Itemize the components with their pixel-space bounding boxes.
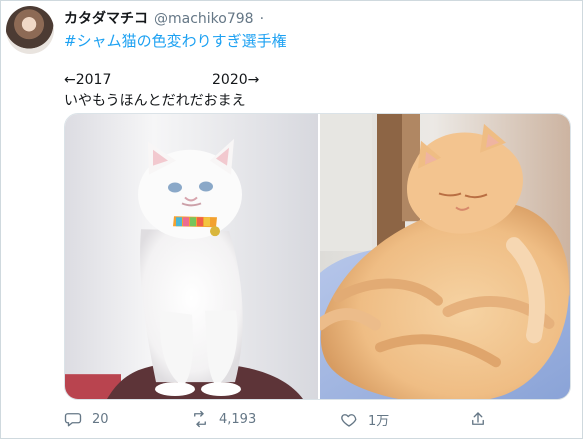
year-right-label: 2020→ — [212, 72, 260, 88]
tweet-text-line: いやもうほんとだれだおまえ — [64, 93, 246, 109]
reply-button[interactable]: 20 — [64, 410, 109, 428]
reply-count: 20 — [92, 411, 109, 427]
separator-dot: · — [259, 11, 265, 27]
tweet-card: カタダマチコ @machiko798 · #シャム猫の色変わりすぎ選手権 ←20… — [0, 0, 583, 439]
heart-icon — [341, 413, 357, 427]
retweet-icon — [194, 410, 206, 428]
like-button[interactable]: 1万 — [340, 410, 389, 429]
tweet-actions: 20 4,193 1万 — [64, 410, 504, 432]
retweet-count: 4,193 — [219, 411, 257, 427]
display-name[interactable]: カタダマチコ — [64, 8, 148, 28]
tweet-text-line: ←2017 2020→ — [64, 71, 384, 90]
hashtag-link[interactable]: #シャム猫の色変わりすぎ選手権 — [64, 30, 287, 51]
year-left-label: ←2017 — [64, 72, 112, 88]
reply-icon — [64, 413, 82, 427]
white-cat-image — [65, 114, 318, 399]
retweet-button[interactable]: 4,193 — [191, 410, 256, 428]
tweet-text: ←2017 2020→ いやもうほんとだれだおまえ — [64, 71, 384, 111]
orange-cat-image — [320, 114, 570, 399]
avatar[interactable] — [6, 6, 54, 54]
media-gallery — [64, 113, 571, 400]
username-handle[interactable]: @machiko798 — [154, 11, 254, 27]
like-count: 1万 — [368, 414, 390, 429]
photo-orange-cat[interactable] — [320, 114, 570, 399]
photo-white-cat[interactable] — [65, 114, 318, 399]
tweet-header: カタダマチコ @machiko798 · — [64, 8, 264, 28]
share-icon — [472, 412, 484, 425]
share-button[interactable] — [469, 410, 487, 428]
